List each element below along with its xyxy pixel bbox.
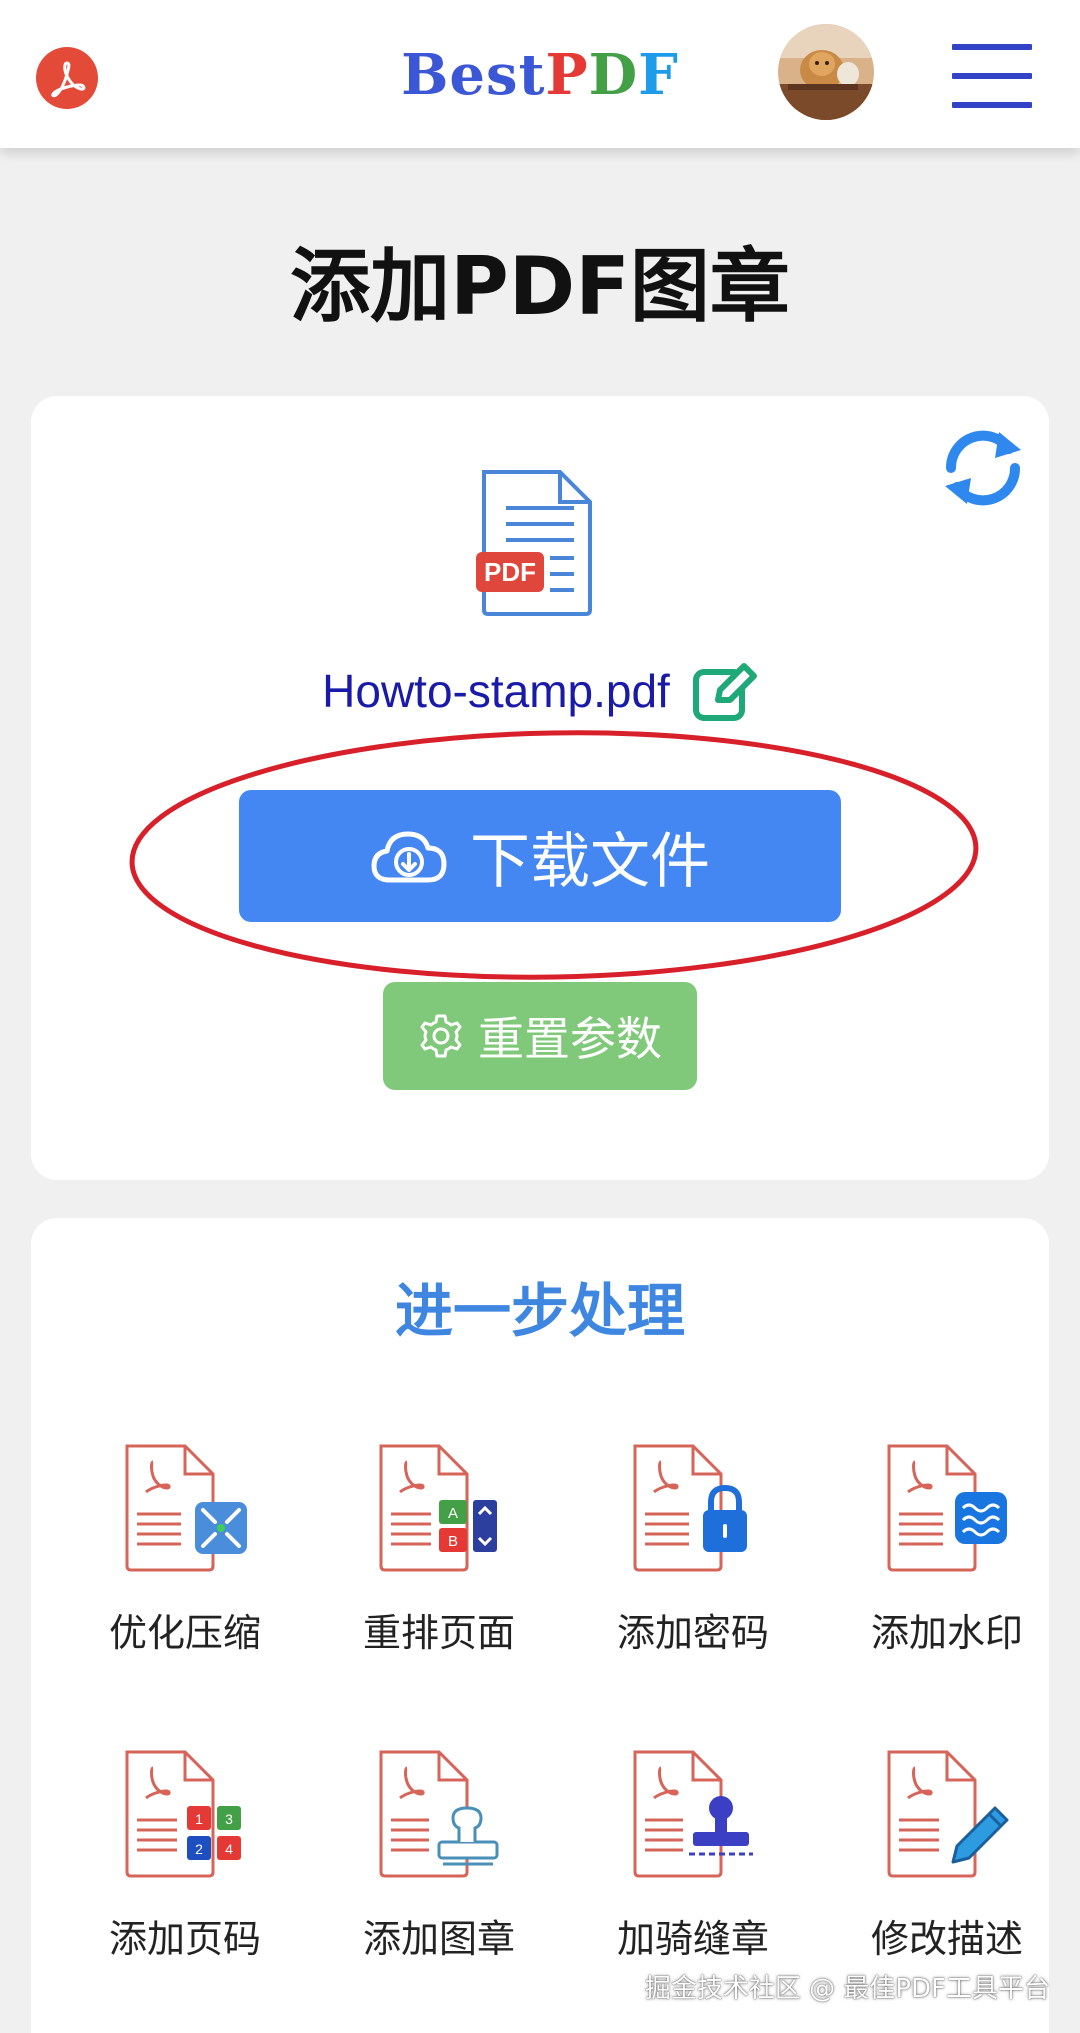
avatar[interactable]: [778, 24, 874, 120]
watermark-text: 掘金技术社区 @ 最佳PDF工具平台: [644, 1974, 1050, 2004]
brand-prefix: Best: [401, 42, 546, 108]
page-number-icon: 1 3 2 4: [125, 1750, 241, 1878]
lock-icon: [633, 1444, 747, 1572]
pdf-file-icon: PDF: [476, 470, 592, 616]
refresh-icon[interactable]: [937, 422, 1029, 514]
tool-reorder[interactable]: A B 重排页面: [329, 1440, 549, 1657]
edit-description-icon: [887, 1750, 1009, 1878]
tool-label: 修改描述: [870, 1917, 1023, 1961]
tool-label: 添加密码: [616, 1611, 769, 1655]
tool-password[interactable]: 添加密码: [583, 1440, 803, 1657]
brand-letter-f: F: [638, 42, 679, 108]
svg-text:A: A: [448, 1505, 458, 1522]
brand-letter-d: D: [588, 42, 639, 108]
svg-text:B: B: [448, 1533, 458, 1550]
watermark-icon: [887, 1444, 1007, 1572]
pdf-badge-text: PDF: [484, 557, 536, 587]
filename-row: Howto-stamp.pdf: [31, 660, 1049, 722]
tool-watermark[interactable]: 添加水印: [837, 1440, 1057, 1657]
gear-icon: [420, 1014, 462, 1058]
reorder-icon: A B: [379, 1444, 497, 1572]
tool-label: 重排页面: [362, 1611, 515, 1655]
tool-seam-stamp[interactable]: 加骑缝章: [583, 1746, 803, 1963]
cloud-download-icon: [371, 831, 447, 883]
brand-logo[interactable]: BestPDF: [0, 42, 1080, 108]
svg-text:2: 2: [195, 1841, 203, 1857]
tool-label: 添加图章: [362, 1917, 515, 1961]
svg-text:3: 3: [225, 1811, 233, 1827]
section-title: 进一步处理: [394, 1277, 685, 1345]
tool-edit-description[interactable]: 修改描述: [837, 1746, 1057, 1963]
tool-stamp[interactable]: 添加图章: [329, 1746, 549, 1963]
compress-icon: [125, 1444, 247, 1572]
stamp-icon: [379, 1750, 499, 1878]
seam-stamp-icon: [633, 1750, 753, 1878]
tool-label: 加骑缝章: [616, 1917, 769, 1961]
reset-button[interactable]: 重置参数: [383, 982, 697, 1090]
result-card: PDF Howto-stamp.pdf 下载文件 重置参数: [31, 396, 1049, 1180]
top-header: BestPDF: [0, 0, 1080, 148]
svg-text:1: 1: [195, 1811, 203, 1827]
tool-label: 添加页码: [108, 1917, 261, 1961]
hamburger-menu-icon[interactable]: [952, 44, 1032, 108]
page-title: 添加PDF图章: [290, 240, 790, 333]
file-name: Howto-stamp.pdf: [322, 665, 670, 717]
download-button[interactable]: 下载文件: [239, 790, 841, 922]
tool-label: 优化压缩: [108, 1611, 261, 1655]
brand-letter-p: P: [545, 42, 589, 108]
svg-text:4: 4: [225, 1841, 233, 1857]
further-processing-card: 进一步处理 优化压缩 A B 重排页面 添加密码 添加水印 1 3 2 4 添加…: [31, 1218, 1049, 2033]
tool-compress[interactable]: 优化压缩: [75, 1440, 295, 1657]
download-label: 下载文件: [470, 826, 710, 897]
edit-icon[interactable]: [692, 660, 758, 722]
tool-page-number[interactable]: 1 3 2 4 添加页码: [75, 1746, 295, 1963]
reset-label: 重置参数: [478, 1012, 662, 1066]
tool-label: 添加水印: [870, 1611, 1023, 1655]
